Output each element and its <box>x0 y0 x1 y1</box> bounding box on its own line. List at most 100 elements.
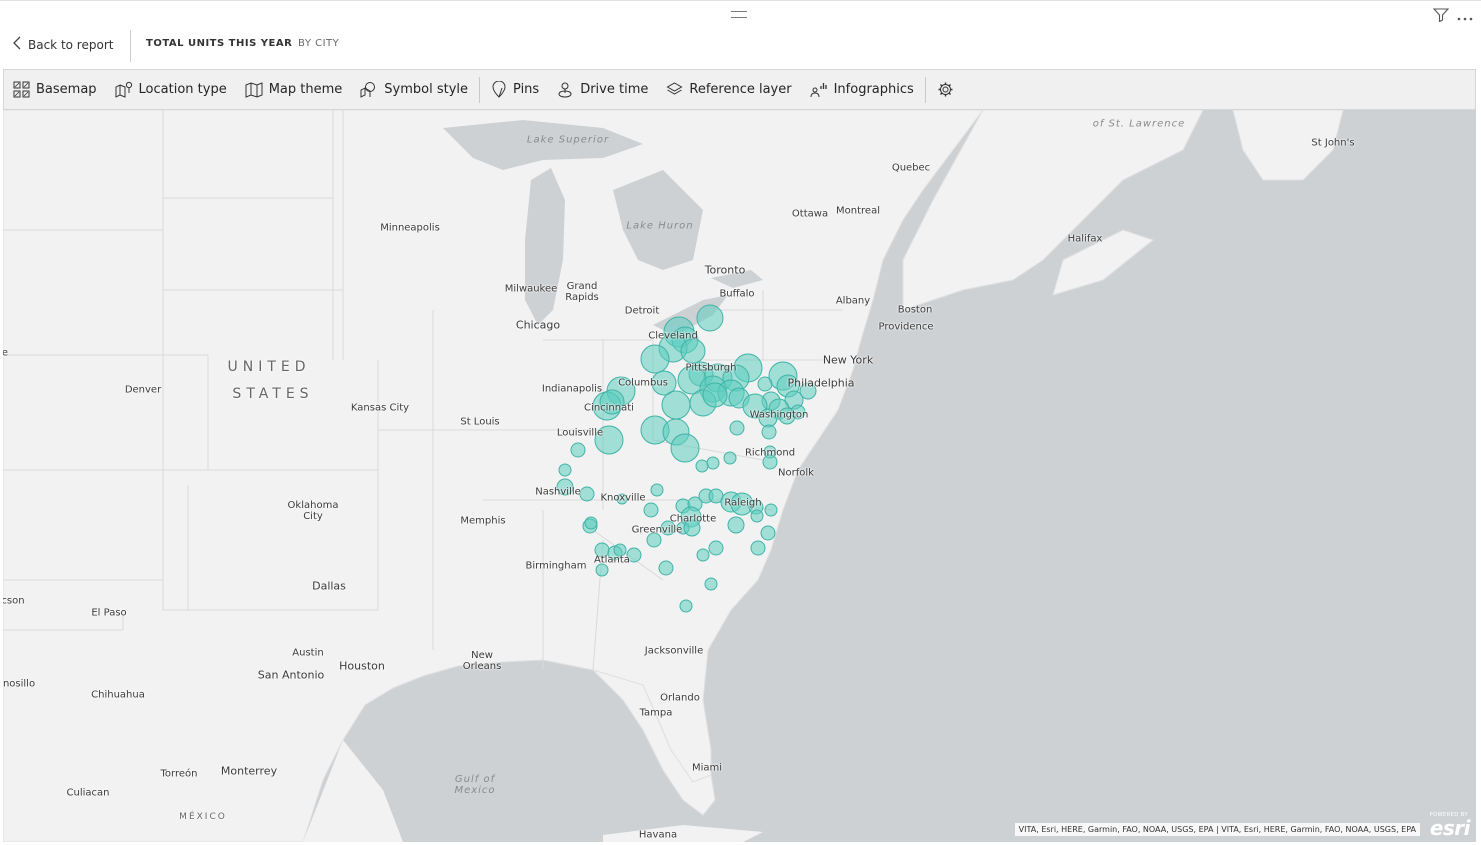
map-label-providence: Providence <box>878 321 934 333</box>
map-attribution: VITA, Esri, HERE, Garmin, FAO, NOAA, USG… <box>1014 823 1420 836</box>
city-bubble[interactable] <box>584 516 598 530</box>
map-label-mexico: MÉXICO <box>179 812 227 822</box>
map-label-culiacan: Culiacan <box>66 787 110 799</box>
infographics-icon <box>810 83 827 98</box>
city-bubble[interactable] <box>696 548 710 562</box>
map-label-edge: e <box>3 347 9 359</box>
map-label-pittsburgh: Pittsburgh <box>685 362 737 374</box>
map-theme-button[interactable]: Map theme <box>236 70 352 109</box>
city-bubble[interactable] <box>661 390 691 420</box>
map-label-raleigh: Raleigh <box>724 497 762 509</box>
city-bubble[interactable] <box>680 338 706 364</box>
city-bubble[interactable] <box>650 483 664 497</box>
city-bubble[interactable] <box>558 463 572 477</box>
map-label-montreal: Montreal <box>836 205 880 217</box>
city-bubble[interactable] <box>679 599 693 613</box>
city-bubble[interactable] <box>702 382 728 408</box>
map-label-denver: Denver <box>124 384 162 396</box>
basemap-icon <box>13 81 30 98</box>
basemap-button[interactable]: Basemap <box>4 70 106 109</box>
city-bubble[interactable] <box>708 540 724 556</box>
drive-time-button[interactable]: Drive time <box>548 70 657 109</box>
map-label-united: UNITED <box>227 359 311 375</box>
city-bubble[interactable] <box>595 563 609 577</box>
map-label-cincinnati: Cincinnati <box>584 402 634 414</box>
city-bubble[interactable] <box>579 486 595 502</box>
back-to-report-button[interactable]: Back to report <box>12 36 113 53</box>
infographics-button[interactable]: Infographics <box>801 70 923 109</box>
map-label-cleveland: Cleveland <box>648 330 698 342</box>
map-canvas[interactable]: Lake Superior Lake Huron of St. Lawrence… <box>3 110 1476 842</box>
map-label-san-antonio: San Antonio <box>257 668 325 682</box>
map-label-toronto: Toronto <box>704 263 746 277</box>
map-label-states: STATES <box>232 386 314 402</box>
map-label-monterrey: Monterrey <box>220 764 278 778</box>
bubble-layer <box>556 304 817 613</box>
city-bubble[interactable] <box>570 442 586 458</box>
map-label-tampa: Tampa <box>639 707 673 719</box>
map-label-columbus: Columbus <box>618 377 668 389</box>
city-bubble[interactable] <box>696 304 724 332</box>
map-label-boston: Boston <box>897 304 933 316</box>
drive-time-label: Drive time <box>580 82 649 97</box>
map-label-tucson: cson <box>3 595 25 607</box>
city-bubble[interactable] <box>643 502 659 518</box>
city-bubble[interactable] <box>750 540 766 556</box>
map-label-buffalo: Buffalo <box>719 288 755 300</box>
city-bubble[interactable] <box>670 433 700 463</box>
basemap-label: Basemap <box>36 82 97 97</box>
map-label-albany: Albany <box>835 295 871 307</box>
map-label-nashville: Nashville <box>535 486 581 498</box>
city-bubble[interactable] <box>760 525 776 541</box>
map-label-memphis: Memphis <box>460 515 506 527</box>
map-label-houston: Houston <box>339 659 385 673</box>
window-edge <box>1476 24 1481 845</box>
symbol-style-label: Symbol style <box>384 82 469 97</box>
gear-icon <box>938 82 953 97</box>
city-bubble[interactable] <box>727 516 745 534</box>
map-label-el-paso: El Paso <box>91 607 127 619</box>
reference-layer-label: Reference layer <box>689 82 792 97</box>
city-bubble[interactable] <box>640 344 670 374</box>
city-bubble[interactable] <box>658 560 674 576</box>
map-label-philadelphia: Philadelphia <box>787 376 855 390</box>
city-bubble[interactable] <box>750 509 764 523</box>
location-type-label: Location type <box>138 82 227 97</box>
symbol-style-icon <box>360 82 376 98</box>
map-label-milwaukee: Milwaukee <box>504 283 558 295</box>
map-theme-label: Map theme <box>268 82 343 97</box>
city-bubble[interactable] <box>704 577 718 591</box>
infographics-label: Infographics <box>833 82 914 97</box>
city-bubble[interactable] <box>729 420 745 436</box>
location-type-button[interactable]: Location type <box>106 70 236 109</box>
map-label-ottawa: Ottawa <box>791 208 829 220</box>
map-label-miami: Miami <box>691 762 723 774</box>
pin-icon <box>492 81 506 98</box>
map-label-richmond: Richmond <box>744 447 796 459</box>
map-label-atlanta: Atlanta <box>594 554 630 566</box>
map-label-knoxville: Knoxville <box>600 492 646 504</box>
city-bubble[interactable] <box>761 424 777 440</box>
city-bubble[interactable] <box>757 376 773 392</box>
settings-button[interactable] <box>928 70 963 109</box>
pins-label: Pins <box>513 82 540 97</box>
reference-layer-button[interactable]: Reference layer <box>657 70 800 109</box>
pins-button[interactable]: Pins <box>482 70 548 109</box>
map-label-torreon: Torreón <box>160 768 198 780</box>
city-bubble[interactable] <box>695 459 709 473</box>
map-label-gulf-st-lawrence: of St. Lawrence <box>1092 118 1186 130</box>
map-label-norfolk: Norfolk <box>778 467 814 479</box>
symbol-style-button[interactable]: Symbol style <box>351 70 477 109</box>
map-label-detroit: Detroit <box>624 305 660 317</box>
map-label-chicago: Chicago <box>515 318 561 332</box>
city-bubble[interactable] <box>764 503 778 517</box>
map-label-lake-huron: Lake Huron <box>626 220 694 232</box>
drag-handle[interactable] <box>731 11 747 18</box>
drive-time-icon <box>558 82 572 98</box>
map-label-minneapolis: Minneapolis <box>380 222 440 234</box>
map-label-new-orleans: New Orleans <box>462 650 502 672</box>
city-bubble[interactable] <box>706 456 720 470</box>
esri-logo: esri <box>1429 816 1471 840</box>
map-label-havana: Havana <box>638 829 678 841</box>
city-bubble[interactable] <box>723 451 737 465</box>
